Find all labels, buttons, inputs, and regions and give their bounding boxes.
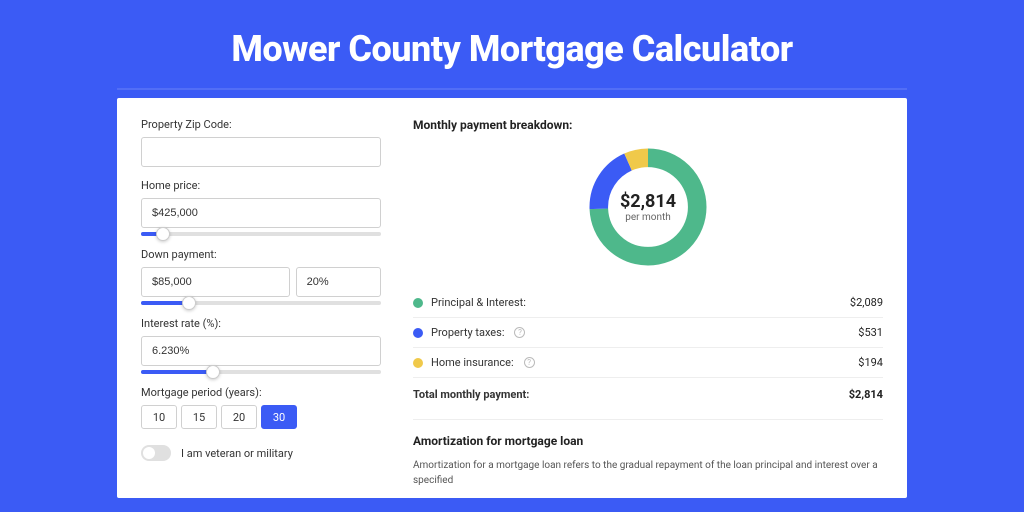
down-payment-field: Down payment: xyxy=(141,248,381,305)
legend-row: Principal & Interest: $2,089 xyxy=(413,288,883,317)
down-payment-slider-handle[interactable] xyxy=(182,296,196,310)
amortization-text: Amortization for a mortgage loan refers … xyxy=(413,458,883,488)
legend-list: Principal & Interest: $2,089 Property taxe… xyxy=(413,288,883,377)
breakdown-title: Monthly payment breakdown: xyxy=(413,118,883,132)
legend-value: $531 xyxy=(858,326,883,339)
input-panel: Property Zip Code: Home price: Down paym… xyxy=(141,118,381,498)
period-btn-20[interactable]: 20 xyxy=(221,405,257,429)
amortization-section: Amortization for mortgage loan Amortizat… xyxy=(413,419,883,488)
amortization-title: Amortization for mortgage loan xyxy=(413,434,883,448)
down-payment-input[interactable] xyxy=(141,267,290,297)
veteran-toggle[interactable] xyxy=(141,445,171,461)
period-btn-30[interactable]: 30 xyxy=(261,405,297,429)
legend-row: Home insurance:? $194 xyxy=(413,348,883,377)
legend-value: $194 xyxy=(858,356,883,369)
legend-left: Property taxes:? xyxy=(413,326,525,339)
interest-field: Interest rate (%): xyxy=(141,317,381,374)
breakdown-panel: Monthly payment breakdown: $2,814 per mo… xyxy=(413,118,883,498)
interest-input[interactable] xyxy=(141,336,381,366)
down-payment-label: Down payment: xyxy=(141,248,381,261)
total-label: Total monthly payment: xyxy=(413,388,529,401)
period-field: Mortgage period (years): 10152030 xyxy=(141,386,381,429)
home-price-slider[interactable] xyxy=(141,232,381,236)
legend-dot-icon xyxy=(413,358,423,368)
period-btn-10[interactable]: 10 xyxy=(141,405,177,429)
legend-value: $2,089 xyxy=(850,296,883,309)
veteran-label: I am veteran or military xyxy=(181,447,293,460)
info-icon[interactable]: ? xyxy=(514,327,525,338)
period-btn-15[interactable]: 15 xyxy=(181,405,217,429)
legend-label: Property taxes: xyxy=(431,326,504,339)
interest-slider[interactable] xyxy=(141,370,381,374)
home-price-field: Home price: xyxy=(141,179,381,236)
donut-amount: $2,814 xyxy=(620,191,676,212)
legend-label: Principal & Interest: xyxy=(431,296,526,309)
zip-field: Property Zip Code: xyxy=(141,118,381,167)
period-label: Mortgage period (years): xyxy=(141,386,381,399)
donut-chart: $2,814 per month xyxy=(583,142,713,272)
zip-label: Property Zip Code: xyxy=(141,118,381,131)
total-row: Total monthly payment: $2,814 xyxy=(413,378,883,411)
title-underline xyxy=(117,88,907,90)
legend-dot-icon xyxy=(413,298,423,308)
zip-input[interactable] xyxy=(141,137,381,167)
legend-row: Property taxes:? $531 xyxy=(413,318,883,347)
donut-wrap: $2,814 per month xyxy=(413,142,883,272)
donut-sub: per month xyxy=(625,212,671,223)
legend-label: Home insurance: xyxy=(431,356,514,369)
interest-label: Interest rate (%): xyxy=(141,317,381,330)
total-value: $2,814 xyxy=(849,388,883,401)
down-payment-slider[interactable] xyxy=(141,301,381,305)
interest-slider-fill xyxy=(141,370,213,374)
legend-left: Home insurance:? xyxy=(413,356,535,369)
interest-slider-handle[interactable] xyxy=(206,365,220,379)
home-price-label: Home price: xyxy=(141,179,381,192)
donut-center: $2,814 per month xyxy=(583,142,713,272)
period-buttons: 10152030 xyxy=(141,405,381,429)
down-payment-pct-input[interactable] xyxy=(296,267,381,297)
info-icon[interactable]: ? xyxy=(524,357,535,368)
legend-left: Principal & Interest: xyxy=(413,296,526,309)
calculator-card: Property Zip Code: Home price: Down paym… xyxy=(117,98,907,498)
veteran-toggle-row: I am veteran or military xyxy=(141,445,381,461)
page-title: Mower County Mortgage Calculator xyxy=(0,0,1024,88)
home-price-input[interactable] xyxy=(141,198,381,228)
home-price-slider-handle[interactable] xyxy=(156,227,170,241)
legend-dot-icon xyxy=(413,328,423,338)
